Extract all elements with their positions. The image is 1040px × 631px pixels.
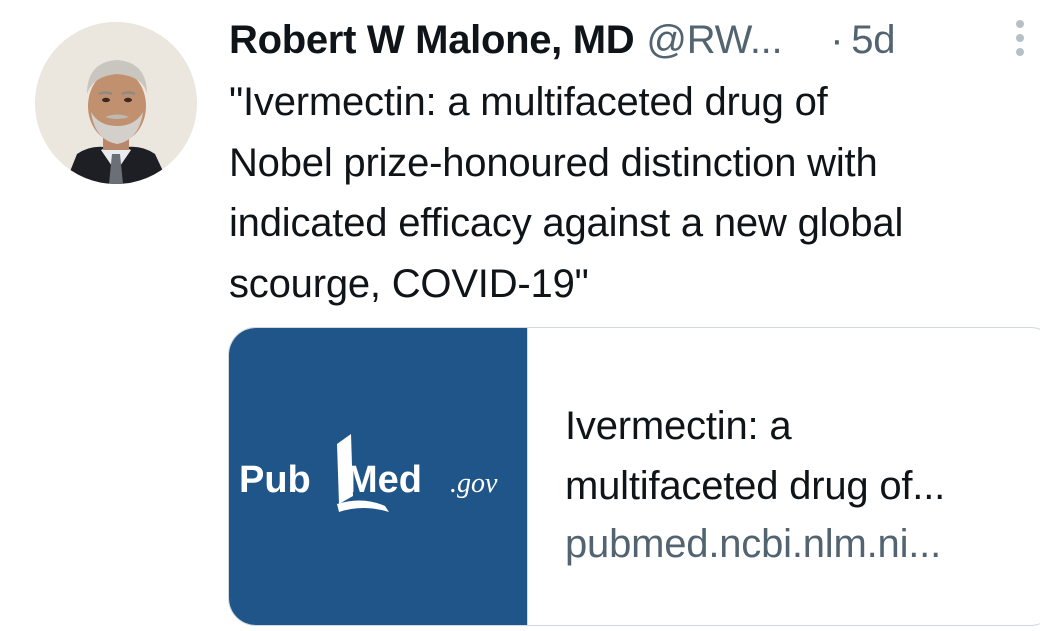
tweet-header: Robert W Malone, MD @RW... · 5d xyxy=(229,14,896,66)
card-title-line: Ivermectin: a xyxy=(565,404,792,448)
tweet-text: "Ivermectin: a multifaceted drug of Nobe… xyxy=(229,72,1019,314)
avatar[interactable] xyxy=(35,22,197,184)
more-vertical-icon[interactable] xyxy=(1010,18,1030,58)
tweet-text-line: indicated efficacy against a new global xyxy=(229,201,904,245)
tweet-text-line: Nobel prize-honoured distinction with xyxy=(229,140,878,185)
card-domain: pubmed.ncbi.nlm.ni... xyxy=(565,522,941,566)
svg-text:Pub: Pub xyxy=(239,459,311,501)
card-thumbnail: Pub Med .gov xyxy=(229,328,528,625)
separator-dot: · xyxy=(830,17,844,62)
pubmed-logo: Pub Med .gov xyxy=(239,434,498,512)
author-name[interactable]: Robert W Malone, MD xyxy=(229,18,635,63)
link-preview-card[interactable]: Pub Med .gov Ivermectin: a multifaceted … xyxy=(228,327,1040,626)
svg-text:Med: Med xyxy=(346,459,422,501)
tweet-text-line: "Ivermectin: a multifaceted drug of xyxy=(229,80,828,124)
tweet[interactable]: Robert W Malone, MD @RW... · 5d "Ivermec… xyxy=(0,0,1040,631)
tweet-text-line: scourge, COVID-19" xyxy=(229,261,589,306)
svg-text:.gov: .gov xyxy=(450,468,498,499)
card-title: Ivermectin: a multifaceted drug of... xyxy=(565,396,988,516)
author-handle[interactable]: @RW... xyxy=(646,18,782,63)
timestamp[interactable]: 5d xyxy=(851,18,895,63)
card-title-line: multifaceted drug of... xyxy=(565,464,946,508)
profile-photo xyxy=(35,22,197,184)
card-body: Ivermectin: a multifaceted drug of... pu… xyxy=(528,328,988,625)
